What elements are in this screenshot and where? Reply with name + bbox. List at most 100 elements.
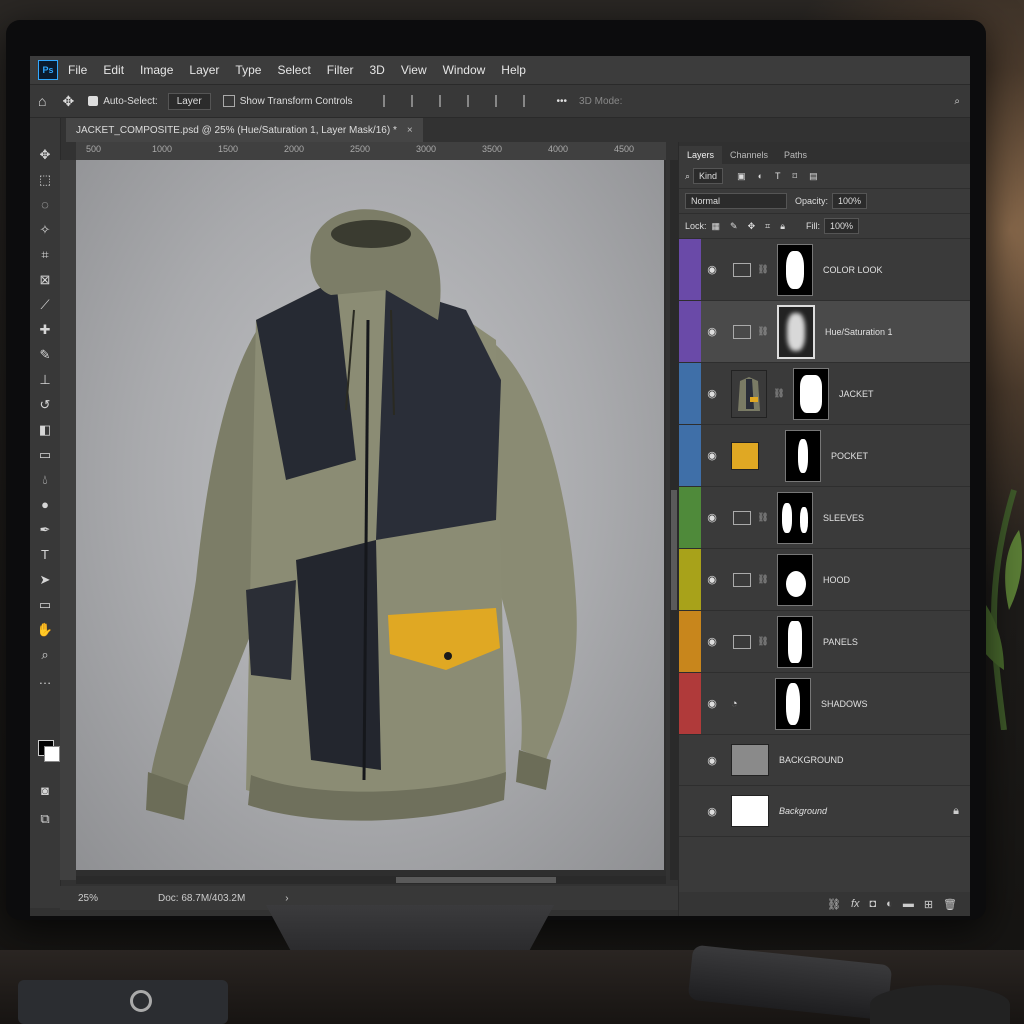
layer-mask-thumbnail[interactable]: [785, 429, 821, 482]
frame-tool-icon[interactable]: ⊠: [30, 267, 60, 292]
align-top-icon[interactable]: [466, 95, 483, 107]
chain-icon[interactable]: ⛓︎: [757, 636, 769, 647]
chain-icon[interactable]: ⛓︎: [757, 512, 769, 523]
background-color-swatch[interactable]: [44, 746, 60, 762]
eraser-tool-icon[interactable]: ◧: [30, 417, 60, 442]
blend-mode-dropdown[interactable]: Normal: [685, 193, 787, 209]
layer-row[interactable]: ◉ POCKET: [679, 425, 970, 487]
vertical-scrollbar[interactable]: [670, 160, 678, 880]
align-left-icon[interactable]: [382, 95, 399, 107]
magic-wand-tool-icon[interactable]: ✧: [30, 217, 60, 242]
layer-mask-thumbnail[interactable]: [793, 367, 829, 420]
eye-icon[interactable]: ◉: [701, 805, 723, 818]
stamp-tool-icon[interactable]: ⊥: [30, 367, 60, 392]
menu-edit[interactable]: Edit: [103, 63, 124, 77]
filter-pixel-icon[interactable]: ▣: [737, 171, 746, 182]
layer-mask-thumbnail[interactable]: [775, 677, 811, 730]
path-selection-tool-icon[interactable]: ➤: [30, 567, 60, 592]
type-tool-icon[interactable]: T: [30, 542, 60, 567]
layer-mask-thumbnail[interactable]: [777, 243, 813, 296]
menu-image[interactable]: Image: [140, 63, 173, 77]
align-middle-icon[interactable]: [494, 95, 511, 107]
horizontal-scroll-thumb[interactable]: [396, 877, 556, 883]
eye-icon[interactable]: ◉: [701, 387, 723, 400]
move-tool-icon[interactable]: ✥: [30, 142, 60, 167]
layer-row[interactable]: ◉ ⛓︎ COLOR LOOK: [679, 239, 970, 301]
chain-icon[interactable]: ⛓︎: [757, 264, 769, 275]
eyedropper-tool-icon[interactable]: ⟋: [30, 292, 60, 317]
gradient-tool-icon[interactable]: ▭: [30, 442, 60, 467]
eye-icon[interactable]: ◉: [701, 263, 723, 276]
menu-layer[interactable]: Layer: [189, 63, 219, 77]
filter-kind-dropdown[interactable]: Kind: [693, 168, 724, 184]
quick-mask-icon[interactable]: ◙: [30, 778, 60, 803]
auto-select-checkbox[interactable]: [88, 96, 99, 106]
align-right-icon[interactable]: [438, 95, 455, 107]
layer-name[interactable]: Hue/Saturation 1: [825, 327, 893, 337]
eye-icon[interactable]: ◉: [701, 697, 723, 710]
more-tools-icon[interactable]: …: [30, 667, 60, 692]
menu-filter[interactable]: Filter: [327, 63, 354, 77]
layer-row[interactable]: ◉ ⛓︎ PANELS: [679, 611, 970, 673]
eye-icon[interactable]: ◉: [701, 449, 723, 462]
layer-name[interactable]: POCKET: [831, 451, 868, 461]
layer-mask-thumbnail[interactable]: [777, 553, 813, 606]
menu-help[interactable]: Help: [501, 63, 526, 77]
filter-smart-object-icon[interactable]: ▤: [809, 171, 818, 182]
menu-window[interactable]: Window: [443, 63, 486, 77]
chain-icon[interactable]: ⛓︎: [757, 326, 769, 337]
zoom-level[interactable]: 25%: [78, 893, 98, 904]
zoom-tool-icon[interactable]: ⌕: [30, 642, 60, 667]
tab-channels[interactable]: Channels: [722, 146, 776, 164]
layer-name[interactable]: JACKET: [839, 389, 874, 399]
layer-mask-thumbnail[interactable]: [777, 304, 815, 359]
screen-mode-icon[interactable]: ⧉: [30, 806, 60, 831]
filter-type-icon[interactable]: T: [775, 171, 781, 181]
filter-adjustment-icon[interactable]: ◐: [758, 171, 763, 181]
tab-paths[interactable]: Paths: [776, 146, 815, 164]
layer-row[interactable]: ◉ ◔ SHADOWS: [679, 673, 970, 735]
layer-name[interactable]: PANELS: [823, 637, 858, 647]
layer-name[interactable]: BACKGROUND: [779, 755, 844, 765]
menu-file[interactable]: File: [68, 63, 87, 77]
document-canvas[interactable]: [76, 160, 664, 870]
fill-field[interactable]: 100%: [824, 218, 860, 234]
chain-icon[interactable]: ⛓︎: [773, 388, 785, 399]
menu-view[interactable]: View: [401, 63, 427, 77]
dodge-tool-icon[interactable]: ●: [30, 492, 60, 517]
lock-artboard-icon[interactable]: ⌗: [765, 221, 770, 232]
layer-row[interactable]: ◉ ⛓︎ HOOD: [679, 549, 970, 611]
document-tab[interactable]: JACKET_COMPOSITE.psd @ 25% (Hue/Saturati…: [66, 118, 423, 142]
layer-row[interactable]: ◉ BACKGROUND: [679, 735, 970, 786]
layer-row[interactable]: ◉ Background 🔒︎: [679, 786, 970, 837]
eye-icon[interactable]: ◉: [701, 573, 723, 586]
pen-tool-icon[interactable]: ✒: [30, 517, 60, 542]
new-group-icon[interactable]: ▬: [903, 898, 914, 910]
home-icon[interactable]: ⌂: [38, 93, 46, 109]
healing-brush-tool-icon[interactable]: ✚: [30, 317, 60, 342]
lasso-tool-icon[interactable]: ◌: [30, 192, 60, 217]
lock-pixels-icon[interactable]: ▦: [712, 221, 721, 232]
canvas-area[interactable]: [76, 160, 666, 880]
transform-controls-checkbox[interactable]: [222, 95, 235, 107]
hand-tool-icon[interactable]: ✋: [30, 617, 60, 642]
marquee-tool-icon[interactable]: ⬚: [30, 167, 60, 192]
chain-icon[interactable]: ⛓︎: [757, 574, 769, 585]
close-tab-icon[interactable]: ×: [407, 125, 413, 136]
eye-icon[interactable]: ◉: [701, 635, 723, 648]
trash-icon[interactable]: 🗑︎: [943, 898, 957, 911]
lock-all-icon[interactable]: 🔒︎: [780, 221, 785, 232]
menu-select[interactable]: Select: [277, 63, 310, 77]
more-options-button[interactable]: •••: [557, 96, 568, 107]
menu-3d[interactable]: 3D: [369, 63, 384, 77]
new-layer-icon[interactable]: ⊞: [924, 898, 933, 911]
opacity-field[interactable]: 100%: [832, 193, 868, 209]
align-bottom-icon[interactable]: [522, 95, 539, 107]
layer-mask-thumbnail[interactable]: [777, 491, 813, 544]
history-brush-tool-icon[interactable]: ↺: [30, 392, 60, 417]
status-chevron-icon[interactable]: ›: [285, 893, 288, 904]
filter-shape-icon[interactable]: ⌑: [793, 171, 798, 182]
blur-tool-icon[interactable]: 💧︎: [30, 467, 60, 492]
align-center-icon[interactable]: [410, 95, 427, 107]
white-layer-thumbnail[interactable]: [731, 795, 769, 827]
